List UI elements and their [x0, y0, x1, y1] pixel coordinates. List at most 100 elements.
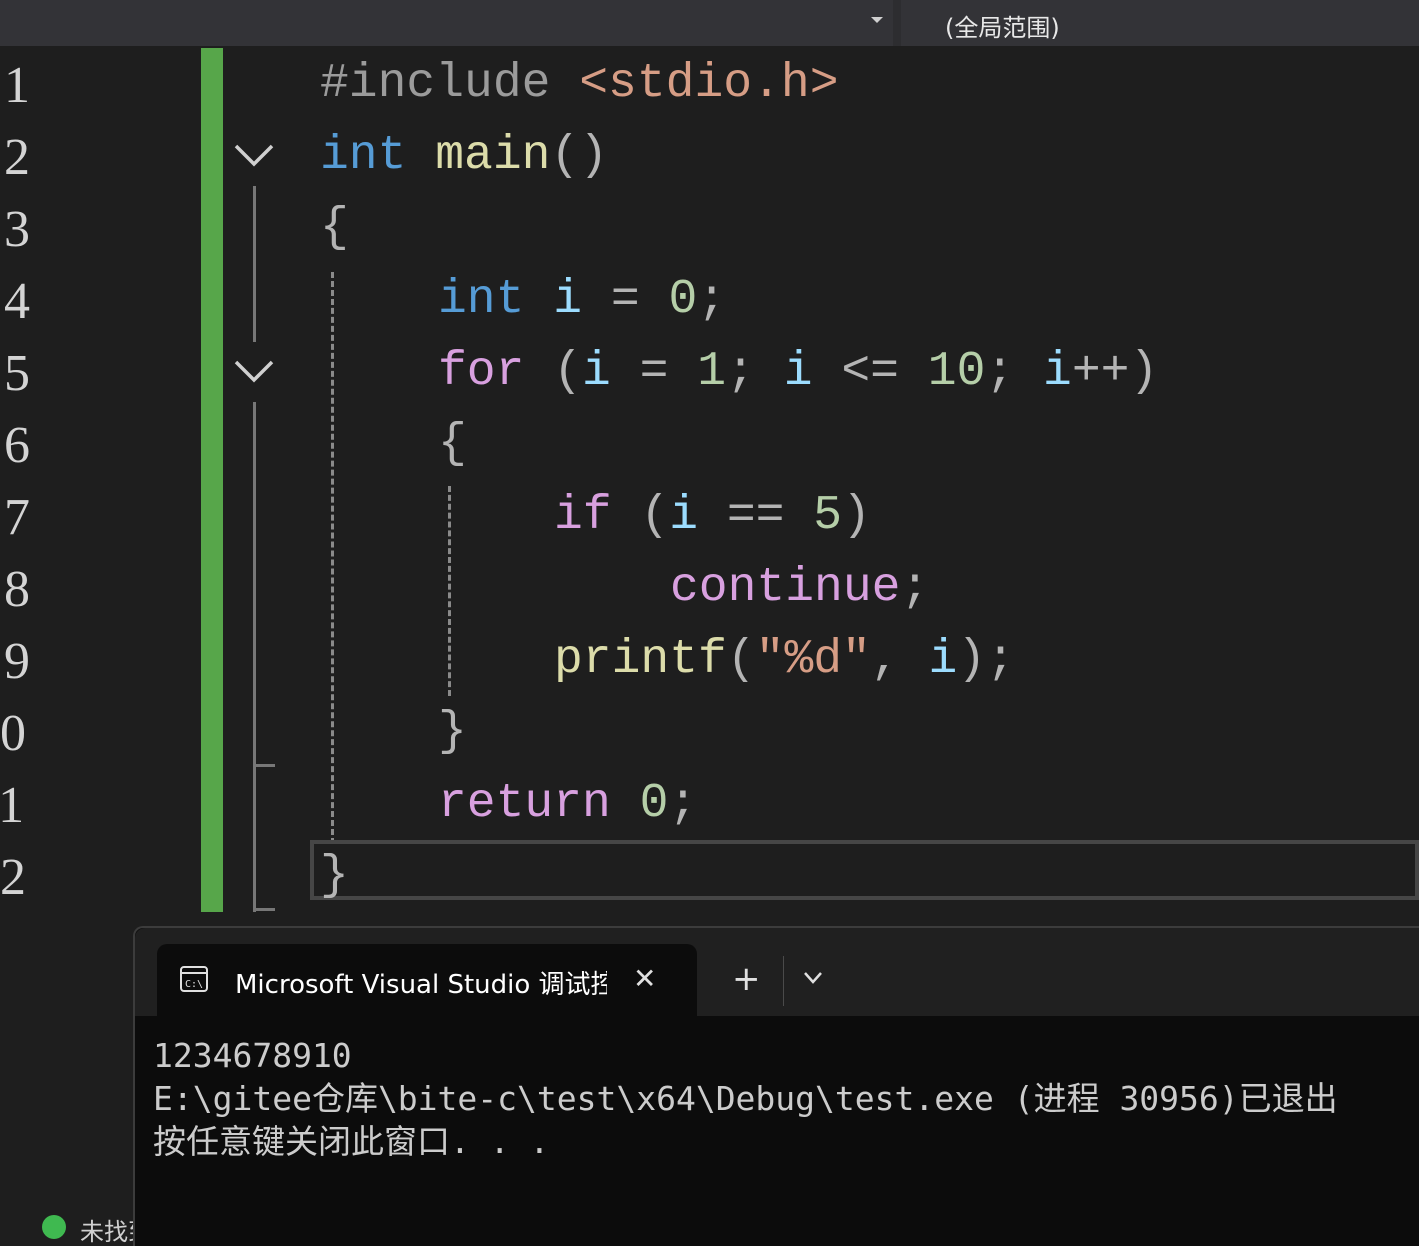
token-operator: ++	[1071, 345, 1130, 399]
check-circle-icon	[42, 1215, 66, 1239]
token-header: <stdio.h>	[579, 57, 839, 111]
line-number: 8	[4, 561, 30, 618]
token-variable: i	[553, 273, 583, 327]
line-number: 7	[4, 489, 30, 546]
token-control: continue	[670, 561, 901, 615]
token-keyword: int	[438, 273, 525, 327]
tab-separator	[783, 956, 784, 1006]
token-directive: #include	[320, 57, 551, 111]
token-punct: }	[438, 705, 467, 759]
svg-text:C:\: C:\	[185, 979, 203, 990]
token-punct: ;	[985, 345, 1015, 399]
scope-label: (全局范围)	[945, 14, 1060, 42]
token-variable: i	[669, 489, 699, 543]
token-punct: ()	[550, 129, 609, 183]
token-punct: (	[640, 489, 670, 543]
token-keyword: int	[320, 129, 407, 183]
token-control: return	[438, 777, 611, 831]
code-line: printf("%d", i);	[554, 632, 1015, 688]
token-variable: i	[928, 633, 958, 687]
token-string: "%d"	[755, 633, 871, 687]
code-line: continue;	[670, 560, 929, 616]
chevron-down-icon[interactable]	[871, 17, 883, 23]
code-line: }	[438, 704, 467, 760]
token-operator: =	[639, 345, 669, 399]
line-number: 6	[4, 417, 30, 474]
line-number: 1	[4, 57, 30, 114]
token-punct: )	[1129, 345, 1159, 399]
console-output-line: 1234678910	[153, 1036, 352, 1075]
code-line: }	[320, 848, 349, 904]
line-number: 5	[4, 345, 30, 402]
status-bar: 未找到相关问题	[0, 1208, 133, 1244]
console-output: 1234678910 E:\gitee仓库\bite-c\test\x64\Deb…	[153, 1034, 1338, 1163]
token-operator: <=	[841, 345, 899, 399]
indent-guide	[331, 272, 334, 844]
console-output-line: 按任意键关闭此窗口. . .	[153, 1122, 550, 1161]
token-punct: {	[320, 201, 349, 255]
token-control: for	[438, 345, 525, 399]
code-line: #include <stdio.h>	[320, 56, 839, 112]
token-punct: (	[553, 345, 583, 399]
token-function: main	[435, 129, 551, 183]
token-punct: {	[438, 417, 467, 471]
token-punct: }	[320, 849, 349, 903]
token-punct: ;	[697, 273, 727, 327]
code-line: {	[438, 416, 467, 472]
project-dropdown[interactable]	[0, 0, 893, 46]
navigation-bar: (全局范围)	[0, 0, 1419, 47]
code-line: {	[320, 200, 349, 256]
token-number: 5	[813, 489, 843, 543]
token-punct: )	[842, 489, 871, 543]
code-line: if (i == 5)	[554, 488, 871, 544]
line-number: 3	[4, 201, 30, 258]
token-variable: i	[1043, 345, 1072, 399]
code-line: int main()	[320, 128, 608, 184]
fold-chevron-icon[interactable]	[234, 356, 274, 386]
code-line: for (i = 1; i <= 10; i++)	[438, 344, 1158, 400]
current-line-highlight	[310, 840, 1419, 900]
token-variable: i	[783, 345, 813, 399]
token-punct: );	[957, 633, 1015, 687]
console-tab-strip: C:\ Microsoft Visual Studio 调试控制台 ✕ +	[135, 928, 1419, 1016]
scope-dropdown[interactable]: (全局范围)	[901, 0, 1419, 46]
token-number: 0	[639, 777, 669, 831]
close-icon[interactable]: ✕	[633, 962, 656, 995]
token-variable: i	[582, 345, 611, 399]
token-number: 10	[927, 345, 986, 399]
line-number: 10	[0, 705, 26, 762]
outline-guide-end	[253, 764, 275, 767]
new-tab-button[interactable]: +	[732, 962, 761, 996]
indent-guide	[448, 486, 451, 696]
token-function: printf	[554, 633, 727, 687]
token-punct: (	[726, 633, 756, 687]
token-control: if	[554, 489, 612, 543]
outline-guide	[253, 186, 256, 342]
line-number: 2	[4, 129, 30, 186]
token-punct: ;	[900, 561, 930, 615]
code-line: return 0;	[438, 776, 697, 832]
token-punct: ;	[726, 345, 755, 399]
token-punct: ,	[870, 633, 900, 687]
status-text[interactable]: 未找到相关问题	[80, 1212, 133, 1244]
line-number: 12	[0, 849, 26, 906]
line-number: 4	[4, 273, 30, 330]
token-number: 1	[697, 345, 727, 399]
change-indicator-bar	[201, 48, 223, 912]
chevron-down-icon[interactable]	[803, 970, 823, 989]
token-punct: ;	[668, 777, 698, 831]
code-line: int i = 0;	[438, 272, 726, 328]
console-tab[interactable]: C:\ Microsoft Visual Studio 调试控制台 ✕	[157, 944, 697, 1016]
console-tab-title: Microsoft Visual Studio 调试控制台	[235, 970, 607, 1000]
line-number: 11	[0, 777, 25, 834]
outline-guide	[253, 402, 256, 912]
line-number: 9	[4, 633, 30, 690]
debug-console-window[interactable]: C:\ Microsoft Visual Studio 调试控制台 ✕ + 12…	[133, 926, 1419, 1246]
outline-guide-end	[253, 908, 275, 911]
terminal-icon: C:\	[179, 964, 209, 994]
token-number: 0	[668, 273, 698, 327]
token-operator: ==	[726, 489, 785, 543]
console-output-line: E:\gitee仓库\bite-c\test\x64\Debug\test.ex…	[153, 1079, 1338, 1118]
fold-chevron-icon[interactable]	[234, 140, 274, 170]
token-operator: =	[610, 273, 640, 327]
